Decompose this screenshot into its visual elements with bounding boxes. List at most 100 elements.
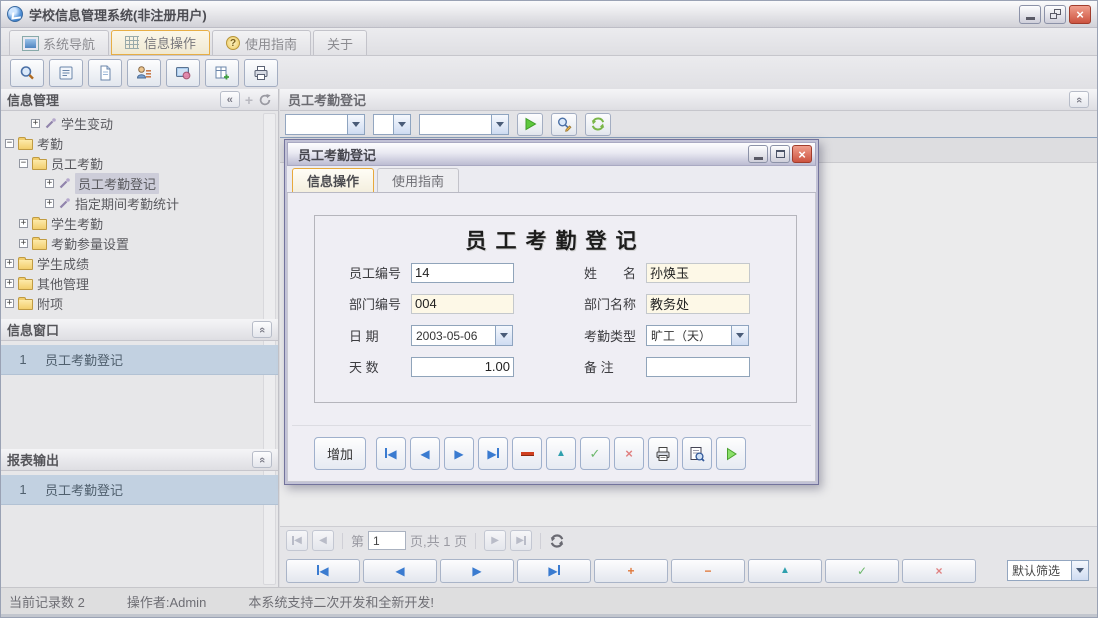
save-record-button[interactable]: ✓ <box>580 437 610 470</box>
printer-button[interactable] <box>244 59 278 87</box>
expand-icon[interactable]: + <box>19 219 28 228</box>
expand-icon[interactable]: + <box>45 179 54 188</box>
first-record-button[interactable]: ◀ <box>376 437 406 470</box>
chevron-down-icon[interactable] <box>495 325 513 346</box>
minimize-button[interactable] <box>1019 5 1041 24</box>
dialog-minimize-button[interactable] <box>748 145 768 163</box>
expand-icon[interactable]: − <box>5 139 14 148</box>
tab-system-nav[interactable]: 系统导航 <box>9 30 109 55</box>
emp-no-input[interactable] <box>411 263 514 283</box>
filter-combo-3[interactable] <box>419 114 509 135</box>
next-record-button[interactable]: ▶ <box>444 437 474 470</box>
expand-icon[interactable]: + <box>5 299 14 308</box>
default-filter-select[interactable]: 默认筛选 <box>1007 560 1089 581</box>
chevron-down-icon[interactable] <box>731 325 749 346</box>
dialog-tab-user-guide[interactable]: 使用指南 <box>377 168 459 192</box>
folder-icon <box>18 279 33 290</box>
refresh-icon[interactable] <box>258 93 272 107</box>
dialog-tab-info-operation[interactable]: 信息操作 <box>292 168 374 192</box>
dialog-maximize-button[interactable] <box>770 145 790 163</box>
name-input[interactable] <box>646 263 750 283</box>
find-edit-button[interactable] <box>551 113 577 136</box>
chevron-down-icon[interactable] <box>347 114 365 135</box>
nav-edit-button[interactable]: ▲ <box>748 559 822 583</box>
expand-icon[interactable]: + <box>19 239 28 248</box>
chevron-down-icon[interactable] <box>393 114 411 135</box>
delete-record-button[interactable] <box>512 437 542 470</box>
tree-item-attendance-params[interactable]: + 考勤参量设置 <box>1 233 278 253</box>
search-button[interactable] <box>10 59 44 87</box>
date-select[interactable]: 2003-05-06 <box>411 325 513 346</box>
preview-button[interactable] <box>682 437 712 470</box>
tree-item-student-change[interactable]: + 学生变动 <box>1 113 278 133</box>
page-number-input[interactable] <box>368 531 406 550</box>
tree-item-staff-attendance[interactable]: − 员工考勤 <box>1 153 278 173</box>
restore-button[interactable] <box>1044 5 1066 24</box>
nav-delete-button[interactable]: − <box>671 559 745 583</box>
printer-icon <box>252 64 270 82</box>
next-page-button[interactable]: ▶ <box>484 530 506 551</box>
expand-icon[interactable]: + <box>5 279 14 288</box>
nav-save-button[interactable]: ✓ <box>825 559 899 583</box>
info-window-row[interactable]: 1 员工考勤登记 <box>1 345 278 375</box>
filter-combo-2[interactable] <box>373 114 411 135</box>
expand-icon[interactable]: + <box>5 259 14 268</box>
report-output-row[interactable]: 1 员工考勤登记 <box>1 475 278 505</box>
tree-item-student-attendance[interactable]: + 学生考勤 <box>1 213 278 233</box>
folder-icon <box>32 219 47 230</box>
form-view-button[interactable] <box>49 59 83 87</box>
tree-item-period-attendance-stats[interactable]: + 指定期间考勤统计 <box>1 193 278 213</box>
dialog-close-button[interactable]: × <box>792 145 812 163</box>
nav-next-button[interactable]: ▶ <box>440 559 514 583</box>
nav-cancel-button[interactable]: × <box>902 559 976 583</box>
add-record-button[interactable]: 增加 <box>314 437 366 470</box>
tab-about[interactable]: 关于 <box>313 30 367 55</box>
panel-collapse-button[interactable]: « <box>252 321 272 338</box>
chevron-down-icon[interactable] <box>1071 560 1089 581</box>
tab-user-guide[interactable]: ? 使用指南 <box>212 30 311 55</box>
nav-last-button[interactable]: ▶ <box>517 559 591 583</box>
dept-no-input[interactable] <box>411 294 514 314</box>
dept-name-input[interactable] <box>646 294 750 314</box>
user-manage-button[interactable] <box>127 59 161 87</box>
expand-icon[interactable]: + <box>31 119 40 128</box>
expand-icon[interactable]: + <box>45 199 54 208</box>
edit-record-button[interactable]: ▲ <box>546 437 576 470</box>
close-button[interactable]: × <box>1069 5 1091 24</box>
prev-page-button[interactable]: ◀ <box>312 530 334 551</box>
refresh-data-button[interactable] <box>585 113 611 136</box>
tree-item-attendance[interactable]: − 考勤 <box>1 133 278 153</box>
sidebar-collapse-button[interactable]: « <box>220 91 240 108</box>
filter-combo-1[interactable] <box>285 114 365 135</box>
tab-info-operation[interactable]: 信息操作 <box>111 30 210 55</box>
expand-icon[interactable]: − <box>19 159 28 168</box>
table-add-button[interactable] <box>205 59 239 87</box>
days-input[interactable] <box>411 357 514 377</box>
print-button[interactable] <box>648 437 678 470</box>
first-page-button[interactable]: ◀ <box>286 530 308 551</box>
nav-first-button[interactable]: ◀ <box>286 559 360 583</box>
refresh-page-icon[interactable] <box>549 533 565 549</box>
tree-item-staff-attendance-register[interactable]: + 员工考勤登记 <box>1 173 278 193</box>
content-collapse-button[interactable]: « <box>1069 91 1089 108</box>
window-view-button[interactable] <box>166 59 200 87</box>
tree-item-appendix[interactable]: + 附项 <box>1 293 278 313</box>
last-page-button[interactable]: ▶ <box>510 530 532 551</box>
cancel-record-button[interactable]: × <box>614 437 644 470</box>
execute-query-button[interactable] <box>517 113 543 136</box>
prev-record-button[interactable]: ◀ <box>410 437 440 470</box>
last-record-button[interactable]: ▶ <box>478 437 508 470</box>
att-type-select[interactable]: 旷工（天） <box>646 325 749 346</box>
tree-item-other-mgmt[interactable]: + 其他管理 <box>1 273 278 293</box>
user-icon <box>135 64 153 82</box>
nav-add-button[interactable]: + <box>594 559 668 583</box>
run-button[interactable] <box>716 437 746 470</box>
nav-prev-button[interactable]: ◀ <box>363 559 437 583</box>
panel-collapse-button[interactable]: « <box>252 451 272 468</box>
tree-item-student-grades[interactable]: + 学生成绩 <box>1 253 278 273</box>
chevron-down-icon[interactable] <box>491 114 509 135</box>
remark-input[interactable] <box>646 357 750 377</box>
new-document-button[interactable] <box>88 59 122 87</box>
add-icon[interactable]: + <box>245 92 253 108</box>
dialog-title-bar[interactable]: 员工考勤登记 × <box>287 142 816 166</box>
